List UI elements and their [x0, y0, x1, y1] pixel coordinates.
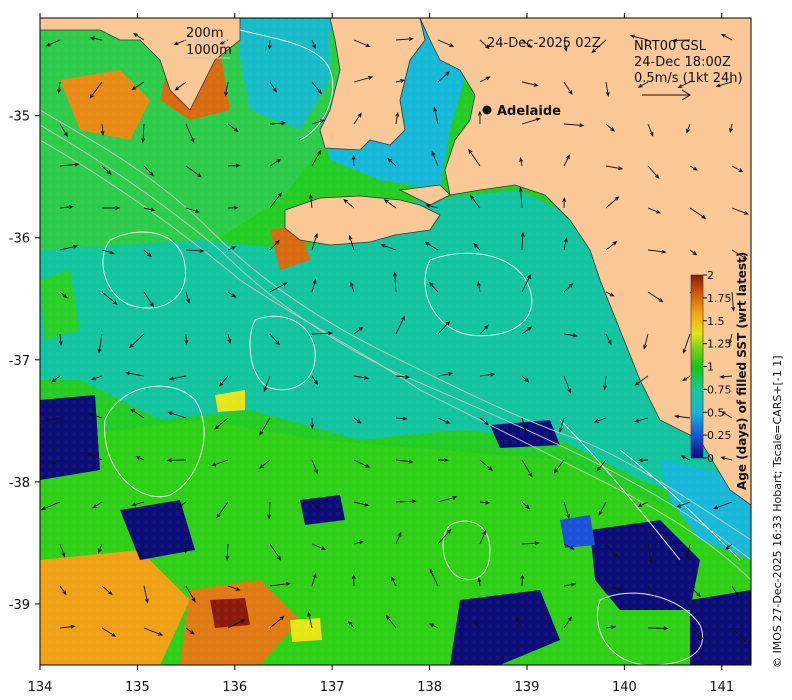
- x-tick-label: 139: [515, 680, 540, 695]
- y-tick-label: -37: [9, 354, 30, 369]
- sst-age-map: Adelaide 24-Dec-2025 02Z NRT00 GSL 24-De…: [9, 13, 784, 695]
- colorbar-ramp: [690, 274, 704, 459]
- adelaide-marker: [482, 105, 492, 115]
- x-tick-label: 136: [222, 680, 247, 695]
- product-line-3: 0.5m/s (1kt 24h): [634, 71, 743, 86]
- x-tick-label: 141: [709, 680, 734, 695]
- product-line-1: NRT00 GSL: [634, 39, 707, 54]
- colorbar-tick-label: 1: [707, 361, 714, 374]
- x-tick-label: 138: [417, 680, 442, 695]
- city-label: Adelaide: [497, 104, 561, 119]
- y-axis: -35 -36 -37 -38 -39: [9, 110, 40, 613]
- colorbar-tick-label: 1.75: [707, 292, 732, 305]
- date-label: 24-Dec-2025 02Z: [487, 36, 601, 51]
- y-tick-label: -35: [9, 110, 30, 125]
- x-tick-label: 140: [612, 680, 637, 695]
- contour-legend-200m: 200m: [186, 26, 223, 41]
- credit-text: © IMOS 27-Dec-2025 16:33 Hobart; Tscale=…: [771, 355, 784, 668]
- x-tick-label: 137: [320, 680, 345, 695]
- x-tick-label: 134: [28, 680, 53, 695]
- colorbar-tick-label: 0: [707, 452, 714, 465]
- colorbar-tick-label: 0.75: [707, 383, 732, 396]
- colorbar-tick-label: 1.5: [707, 315, 725, 328]
- colorbar-tick-label: 1.25: [707, 338, 732, 351]
- colorbar-tick-label: 2: [707, 269, 714, 282]
- y-tick-label: -38: [9, 476, 30, 491]
- y-tick-label: -36: [9, 232, 30, 247]
- colorbar-tick-label: 0.5: [707, 406, 725, 419]
- product-line-2: 24-Dec 18:00Z: [634, 55, 731, 70]
- contour-legend-1000m: 1000m: [186, 43, 232, 58]
- x-tick-label: 135: [125, 680, 150, 695]
- colorbar-tick-label: 0.25: [707, 429, 732, 442]
- y-tick-label: -39: [9, 598, 30, 613]
- colorbar-title: Age (days) of filled SST (wrt latest): [735, 252, 749, 490]
- map-field: [40, 18, 751, 665]
